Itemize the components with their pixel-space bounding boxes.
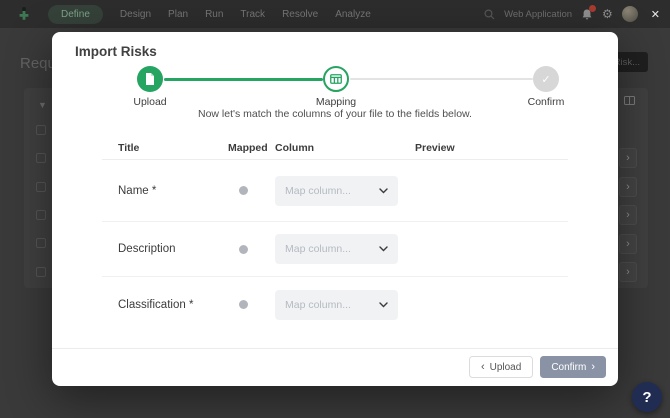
select-placeholder: Map column...	[285, 185, 351, 197]
mapping-table: Title Mapped Column Preview Name * Map c…	[102, 137, 568, 332]
header-column: Column	[275, 142, 415, 154]
map-column-select[interactable]: Map column...	[275, 290, 398, 320]
step-upload-circle[interactable]	[137, 66, 163, 92]
step-confirm-label: Confirm	[506, 96, 586, 108]
columns-icon[interactable]	[624, 96, 635, 105]
row-expand-chevron[interactable]: ›	[619, 148, 637, 168]
header-preview: Preview	[415, 142, 568, 154]
notifications-button[interactable]	[581, 8, 593, 21]
row-expand-chevron[interactable]: ›	[619, 205, 637, 225]
settings-gear-icon[interactable]: ⚙	[602, 8, 613, 20]
header-mapped: Mapped	[228, 142, 275, 154]
select-placeholder: Map column...	[285, 299, 351, 311]
nav-item-analyze[interactable]: Analyze	[335, 9, 371, 20]
nav-item-run[interactable]: Run	[205, 9, 223, 20]
search-icon[interactable]	[484, 9, 495, 20]
footer-divider	[52, 348, 618, 349]
check-icon: ✓	[541, 73, 550, 86]
chevron-down-icon	[379, 188, 388, 194]
import-risks-modal: Import Risks ✓ Upload Mapping Confirm No…	[52, 32, 618, 386]
project-selector[interactable]: Web Application	[504, 9, 572, 20]
step-confirm-circle[interactable]: ✓	[533, 66, 559, 92]
help-button[interactable]: ?	[632, 382, 662, 412]
field-title: Classification *	[118, 299, 228, 311]
back-button-label: Upload	[490, 362, 522, 373]
modal-title: Import Risks	[75, 44, 157, 59]
chevron-down-icon	[379, 302, 388, 308]
mapping-table-header: Title Mapped Column Preview	[102, 137, 568, 160]
row-checkbox[interactable]	[36, 267, 46, 277]
row-checkbox[interactable]	[36, 238, 46, 248]
nav-menu: Define Design Plan Run Track Resolve Ana…	[48, 5, 371, 24]
mapped-status-dot	[239, 186, 248, 195]
mapping-row-description: Description Map column...	[102, 222, 568, 277]
step-mapping-label: Mapping	[296, 96, 376, 108]
row-checkbox[interactable]	[36, 153, 46, 163]
row-expand-chevron[interactable]: ›	[619, 262, 637, 282]
notification-badge	[589, 5, 596, 12]
app-logo-icon	[16, 6, 32, 22]
stepper-connector-done	[164, 78, 323, 81]
step-mapping-circle[interactable]	[323, 66, 349, 92]
chevron-down-icon	[379, 246, 388, 252]
header-title: Title	[118, 142, 228, 154]
confirm-button[interactable]: Confirm ›	[540, 356, 606, 378]
select-placeholder: Map column...	[285, 243, 351, 255]
chevron-right-icon: ›	[591, 362, 595, 373]
user-avatar[interactable]	[622, 6, 638, 22]
map-column-select[interactable]: Map column...	[275, 234, 398, 264]
navbar-right: Web Application ⚙ ✕	[484, 6, 660, 22]
filter-icon[interactable]: ▼	[38, 100, 47, 110]
row-expand-chevron[interactable]: ›	[619, 234, 637, 254]
row-expand-chevron[interactable]: ›	[619, 177, 637, 197]
nav-item-resolve[interactable]: Resolve	[282, 9, 318, 20]
row-checkbox[interactable]	[36, 182, 46, 192]
nav-item-plan[interactable]: Plan	[168, 9, 188, 20]
nav-item-design[interactable]: Design	[120, 9, 151, 20]
row-checkbox[interactable]	[36, 125, 46, 135]
modal-close-icon[interactable]: ✕	[651, 8, 660, 21]
table-icon	[330, 74, 342, 84]
app-screen: Define Design Plan Run Track Resolve Ana…	[0, 0, 670, 418]
mapping-instruction: Now let's match the columns of your file…	[52, 108, 618, 120]
field-title: Description	[118, 243, 228, 255]
map-column-select[interactable]: Map column...	[275, 176, 398, 206]
chevron-left-icon: ‹	[481, 362, 485, 373]
mapped-status-dot	[239, 300, 248, 309]
stepper-connector-pending	[350, 78, 533, 80]
mapping-row-classification: Classification * Map column...	[102, 277, 568, 332]
row-checkbox[interactable]	[36, 210, 46, 220]
file-icon	[145, 73, 155, 85]
back-upload-button[interactable]: ‹ Upload	[469, 356, 533, 378]
field-title: Name *	[118, 185, 228, 197]
nav-item-track[interactable]: Track	[240, 9, 265, 20]
mapped-status-dot	[239, 245, 248, 254]
mapping-row-name: Name * Map column...	[102, 160, 568, 222]
modal-footer: ‹ Upload Confirm ›	[469, 356, 606, 378]
top-navbar: Define Design Plan Run Track Resolve Ana…	[0, 0, 670, 28]
nav-item-define[interactable]: Define	[48, 5, 103, 24]
confirm-button-label: Confirm	[551, 362, 586, 373]
step-upload-label: Upload	[110, 96, 190, 108]
